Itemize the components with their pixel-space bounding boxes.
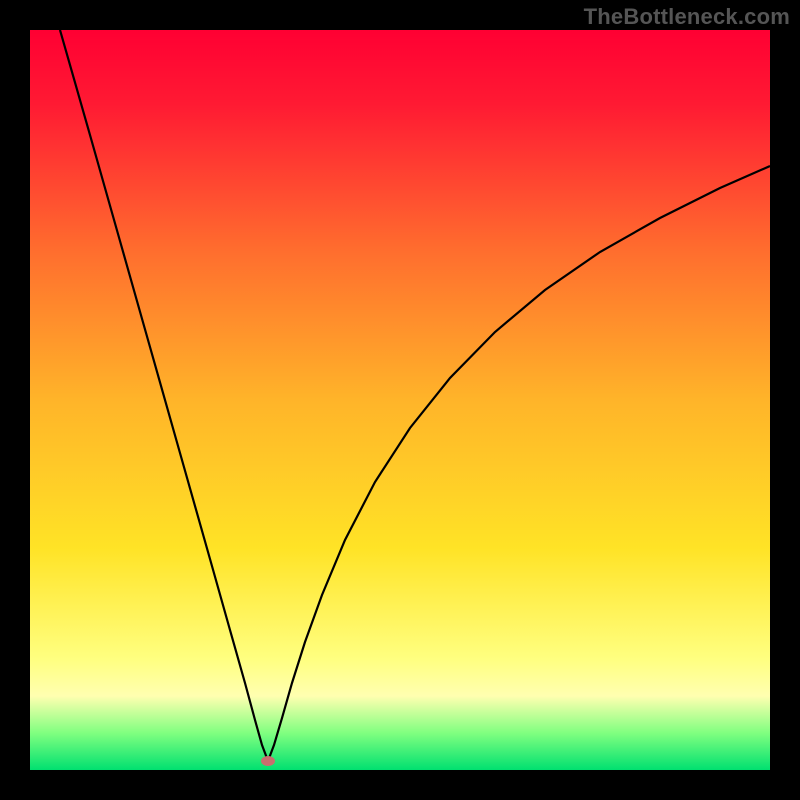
chart-plot-area [30, 30, 770, 770]
bottleneck-curve-path [60, 30, 770, 761]
chart-svg [30, 30, 770, 770]
minimum-point-marker [261, 756, 275, 766]
watermark-text: TheBottleneck.com [584, 4, 790, 30]
